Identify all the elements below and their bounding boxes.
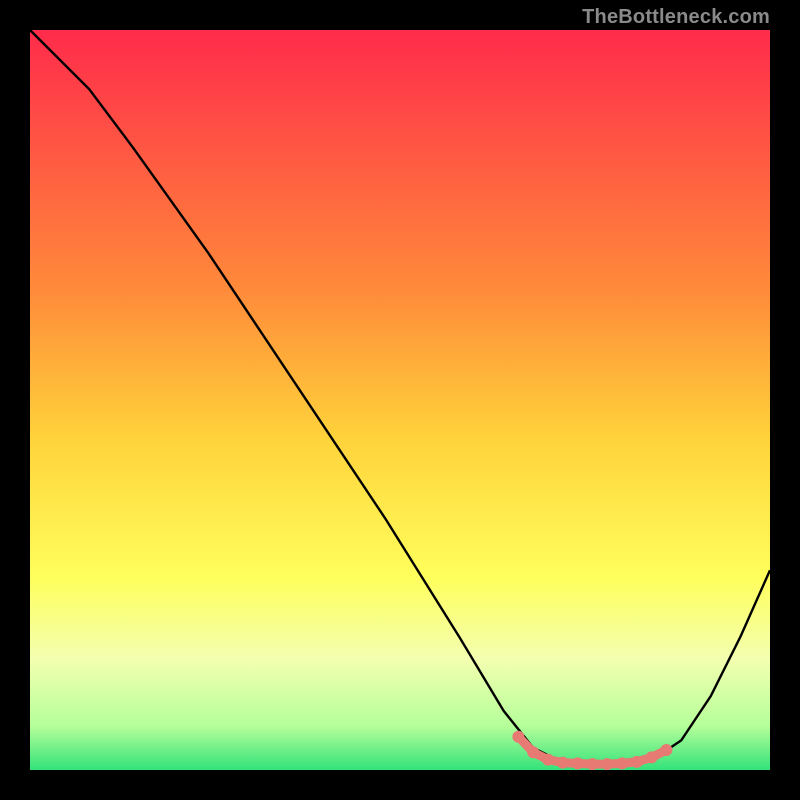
optimal-range-marker bbox=[572, 757, 584, 769]
optimal-range-marker bbox=[646, 751, 658, 763]
optimal-range-marker bbox=[542, 754, 554, 766]
optimal-range-marker bbox=[586, 758, 598, 770]
optimal-range-marker bbox=[557, 757, 569, 769]
curve-layer bbox=[30, 30, 770, 770]
optimal-range-markers bbox=[512, 731, 672, 770]
bottleneck-curve bbox=[30, 30, 770, 764]
optimal-range-marker bbox=[512, 731, 524, 743]
optimal-range-marker bbox=[660, 744, 672, 756]
watermark-label: TheBottleneck.com bbox=[582, 6, 770, 29]
plot-area bbox=[30, 30, 770, 770]
optimal-range-marker bbox=[601, 758, 613, 770]
chart-container: TheBottleneck.com bbox=[0, 0, 800, 800]
optimal-range-marker bbox=[616, 757, 628, 769]
optimal-range-marker bbox=[631, 756, 643, 768]
optimal-range-marker bbox=[527, 746, 539, 758]
